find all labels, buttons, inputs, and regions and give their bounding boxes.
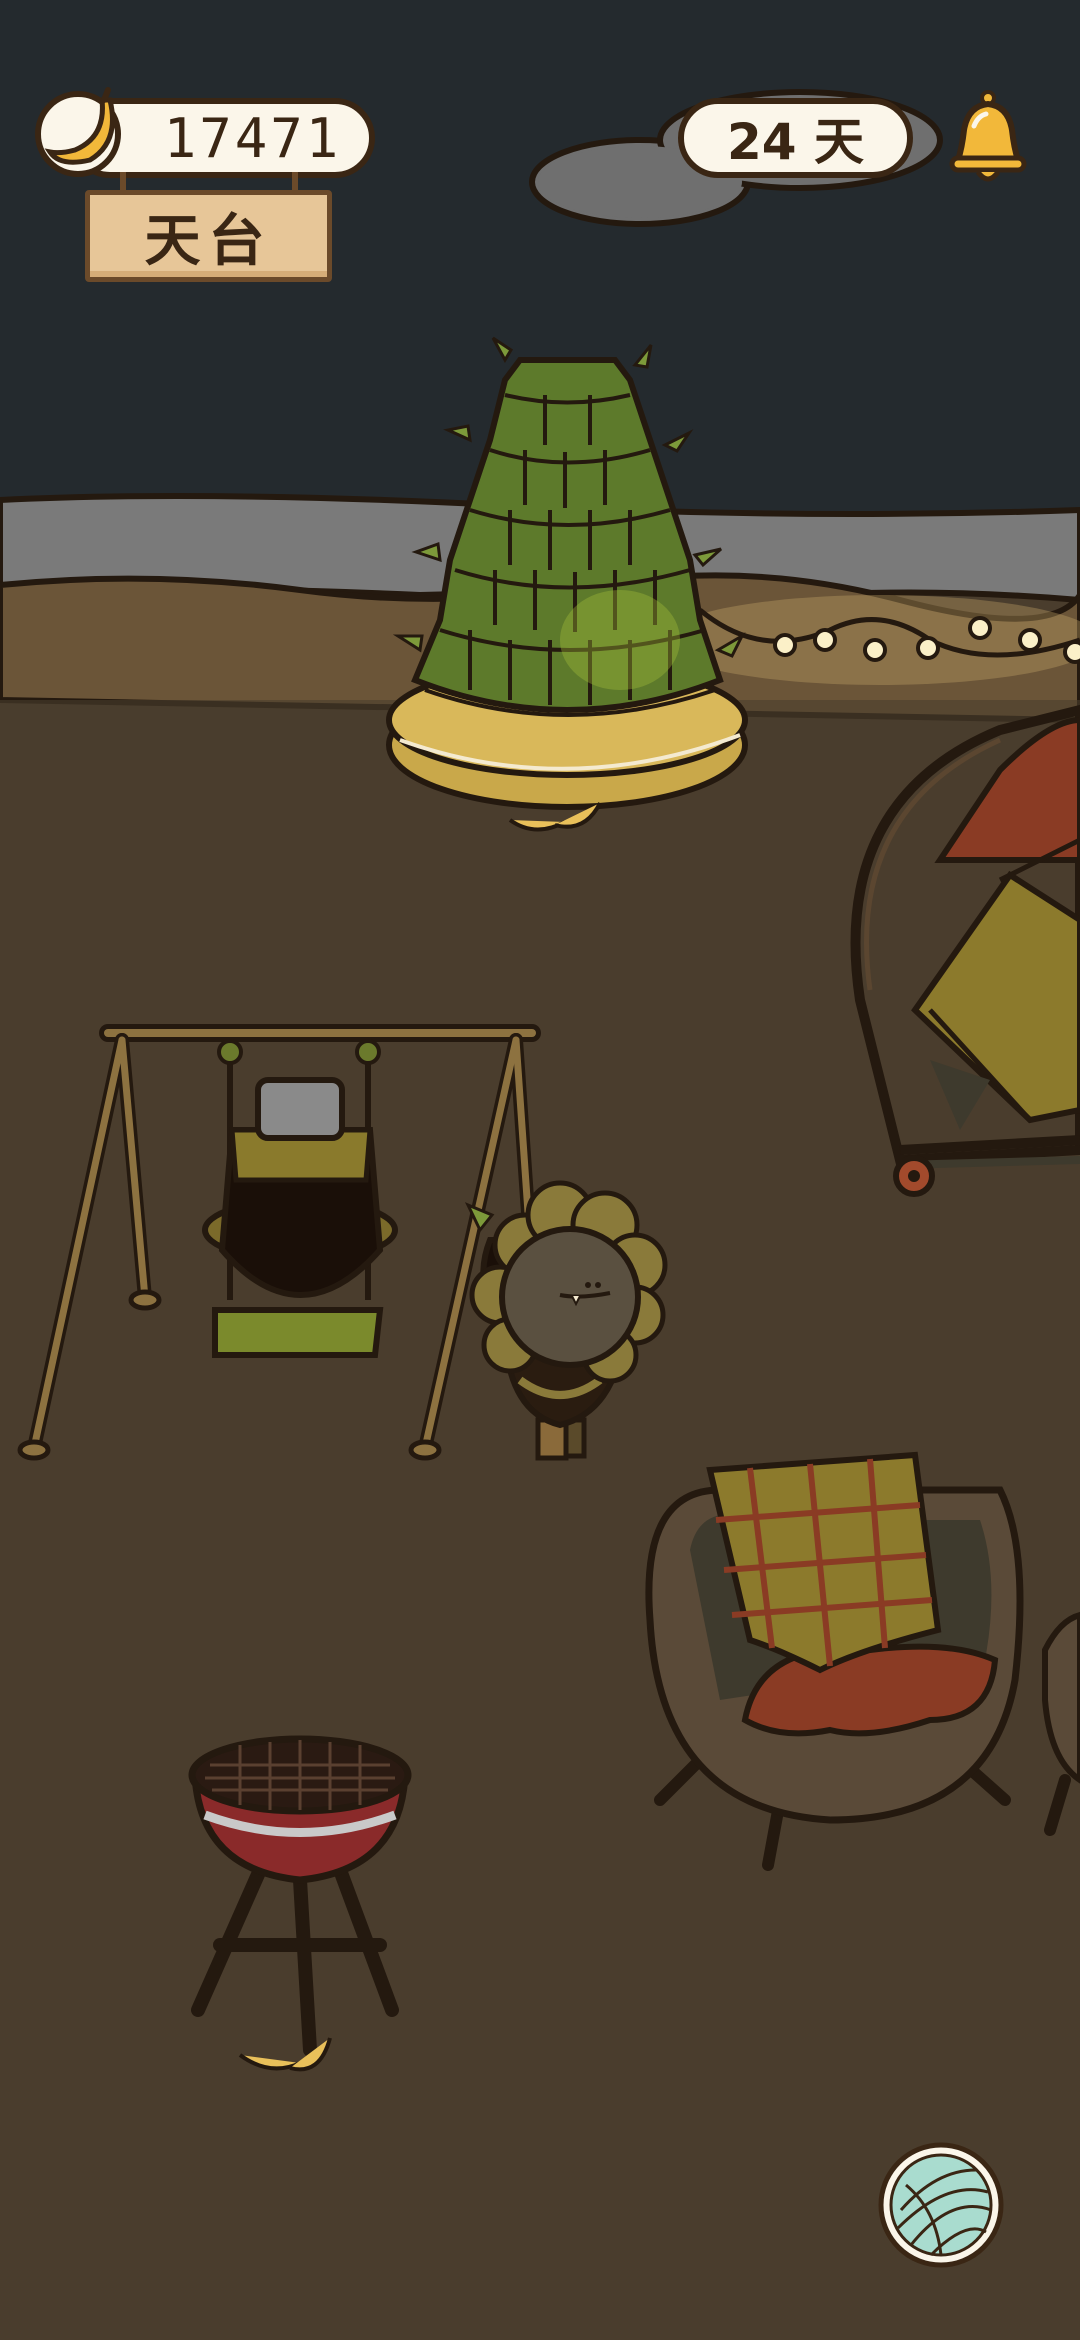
location-name: 天台	[144, 208, 273, 274]
bell-icon[interactable]	[944, 88, 1032, 188]
location-sign[interactable]: 天台	[85, 190, 332, 282]
banana-count: 17471	[163, 106, 342, 170]
string-lights	[660, 595, 1080, 685]
days-value: 24	[726, 113, 797, 171]
days-text: 24 天	[727, 102, 864, 174]
banana-icon	[35, 87, 121, 177]
rooftop-scene	[0, 0, 1080, 2340]
days-unit: 天	[814, 113, 864, 171]
game-screen: 17471 天台 24 天	[0, 0, 1080, 2340]
days-counter[interactable]: 24 天	[678, 98, 913, 178]
yarn-ball-icon[interactable]	[876, 2140, 1006, 2270]
